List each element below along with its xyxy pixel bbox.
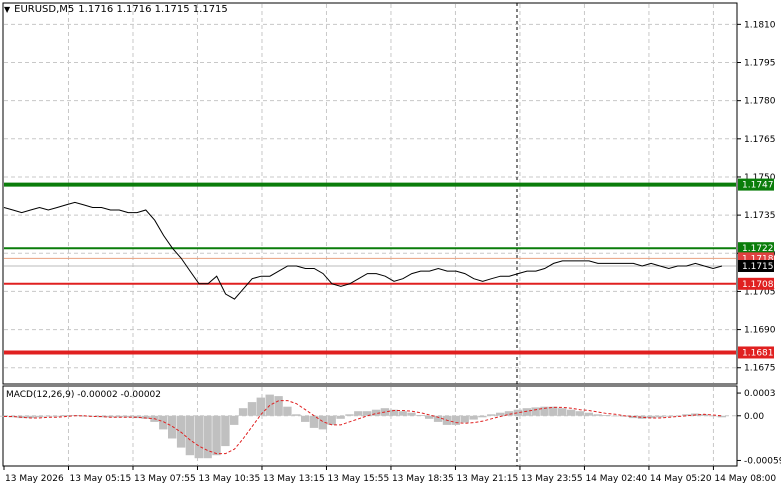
macd-tick-label: 0.00 [744, 412, 764, 422]
chart-header: ▼ EURUSD,M5 1.1716 1.1716 1.1715 1.1715 [4, 4, 228, 15]
macd-bar [664, 415, 673, 417]
macd-bar [238, 408, 248, 416]
time-label: 13 May 15:55 [327, 474, 389, 484]
triangle-down-icon[interactable]: ▼ [4, 5, 10, 14]
level-tag-label: 1.1708 [742, 280, 774, 290]
time-label: 13 May 2026 [5, 474, 64, 484]
macd-bar [566, 409, 576, 416]
macd-bar [584, 412, 593, 416]
price-tick-label: 1.1690 [744, 326, 776, 336]
macd-axis: 0.0003 0.00 -0.00059 [737, 389, 781, 466]
macd-bar [327, 415, 336, 425]
macd-bar [185, 415, 195, 456]
time-label: 13 May 23:55 [521, 474, 583, 484]
symbol-timeframe: EURUSD,M5 [14, 4, 75, 15]
time-label: 14 May 08:00 [714, 474, 776, 484]
macd-bar [460, 415, 469, 423]
price-tick-label: 1.1795 [744, 59, 776, 69]
time-label: 14 May 02:40 [585, 474, 647, 484]
macd-bar [398, 411, 407, 416]
macd-bar [159, 415, 168, 430]
macd-bar [301, 415, 310, 422]
time-label: 13 May 21:15 [456, 474, 518, 484]
level-tag-label: 1.1715 [742, 262, 774, 272]
macd-label: MACD(12,26,9) -0.00002 -0.00002 [6, 390, 162, 400]
time-label: 13 May 10:35 [198, 474, 260, 484]
macd-bar [221, 415, 230, 447]
ohlc-values: 1.1716 1.1716 1.1715 1.1715 [78, 4, 228, 15]
trading-chart[interactable]: 1.18101.17951.17801.17651.17501.17351.17… [0, 0, 781, 489]
macd-bar [478, 415, 487, 418]
macd-bar [575, 411, 585, 416]
macd-bar [194, 415, 203, 459]
macd-bar [558, 408, 567, 416]
time-label: 13 May 05:15 [69, 474, 131, 484]
macd-bar [487, 414, 496, 416]
time-label: 13 May 07:55 [134, 474, 196, 484]
macd-bar [247, 402, 257, 416]
macd-bar [407, 412, 416, 416]
price-tick-label: 1.1735 [744, 211, 776, 221]
price-tick-label: 1.1675 [744, 364, 776, 374]
level-tag-label: 1.1747 [742, 181, 774, 191]
macd-bar [531, 407, 540, 416]
macd-bar [283, 406, 292, 416]
time-label: 13 May 13:15 [263, 474, 325, 484]
macd-bar [655, 415, 664, 418]
macd-bar [451, 415, 460, 425]
macd-bar [43, 415, 53, 417]
macd-bar [61, 415, 70, 416]
macd-bar [602, 415, 611, 416]
macd-bar [425, 415, 434, 419]
price-axis: 1.18101.17951.17801.17651.17501.17351.17… [737, 20, 776, 374]
macd-bar [354, 411, 363, 416]
macd-bar [708, 415, 718, 417]
time-label: 14 May 05:20 [650, 474, 712, 484]
macd-bar [168, 415, 177, 439]
macd-bar [611, 415, 620, 417]
price-tick-label: 1.1765 [744, 135, 776, 145]
price-tick-label: 1.1780 [744, 97, 776, 107]
level-tag-label: 1.1681 [742, 348, 774, 358]
price-chart-frame[interactable] [2, 2, 738, 385]
time-axis: 13 May 2026 13 May 05:15 13 May 07:55 13 Ma… [3, 466, 776, 484]
macd-bar [230, 415, 239, 425]
macd-bar [274, 396, 283, 416]
macd-bar [52, 415, 62, 417]
macd-bar [336, 415, 345, 419]
macd-bar [416, 415, 425, 416]
macd-bar [593, 414, 602, 416]
time-label: 13 May 18:35 [392, 474, 454, 484]
macd-bar [717, 415, 726, 418]
macd-bar [433, 415, 443, 422]
macd-bar [292, 414, 301, 416]
macd-bar [345, 414, 354, 416]
macd-bar [469, 415, 478, 420]
macd-bar [256, 397, 265, 416]
macd-bar [496, 412, 505, 416]
macd-bar [35, 415, 44, 418]
macd-tick-label: 0.0003 [744, 389, 776, 399]
macd-tick-label: -0.00059 [744, 456, 781, 466]
macd-bar [513, 409, 523, 416]
macd-header: MACD(12,26,9) -0.00002 -0.00002 [6, 390, 161, 400]
macd-bar [212, 415, 221, 456]
price-tick-label: 1.1810 [744, 20, 776, 30]
macd-bar [522, 408, 531, 416]
